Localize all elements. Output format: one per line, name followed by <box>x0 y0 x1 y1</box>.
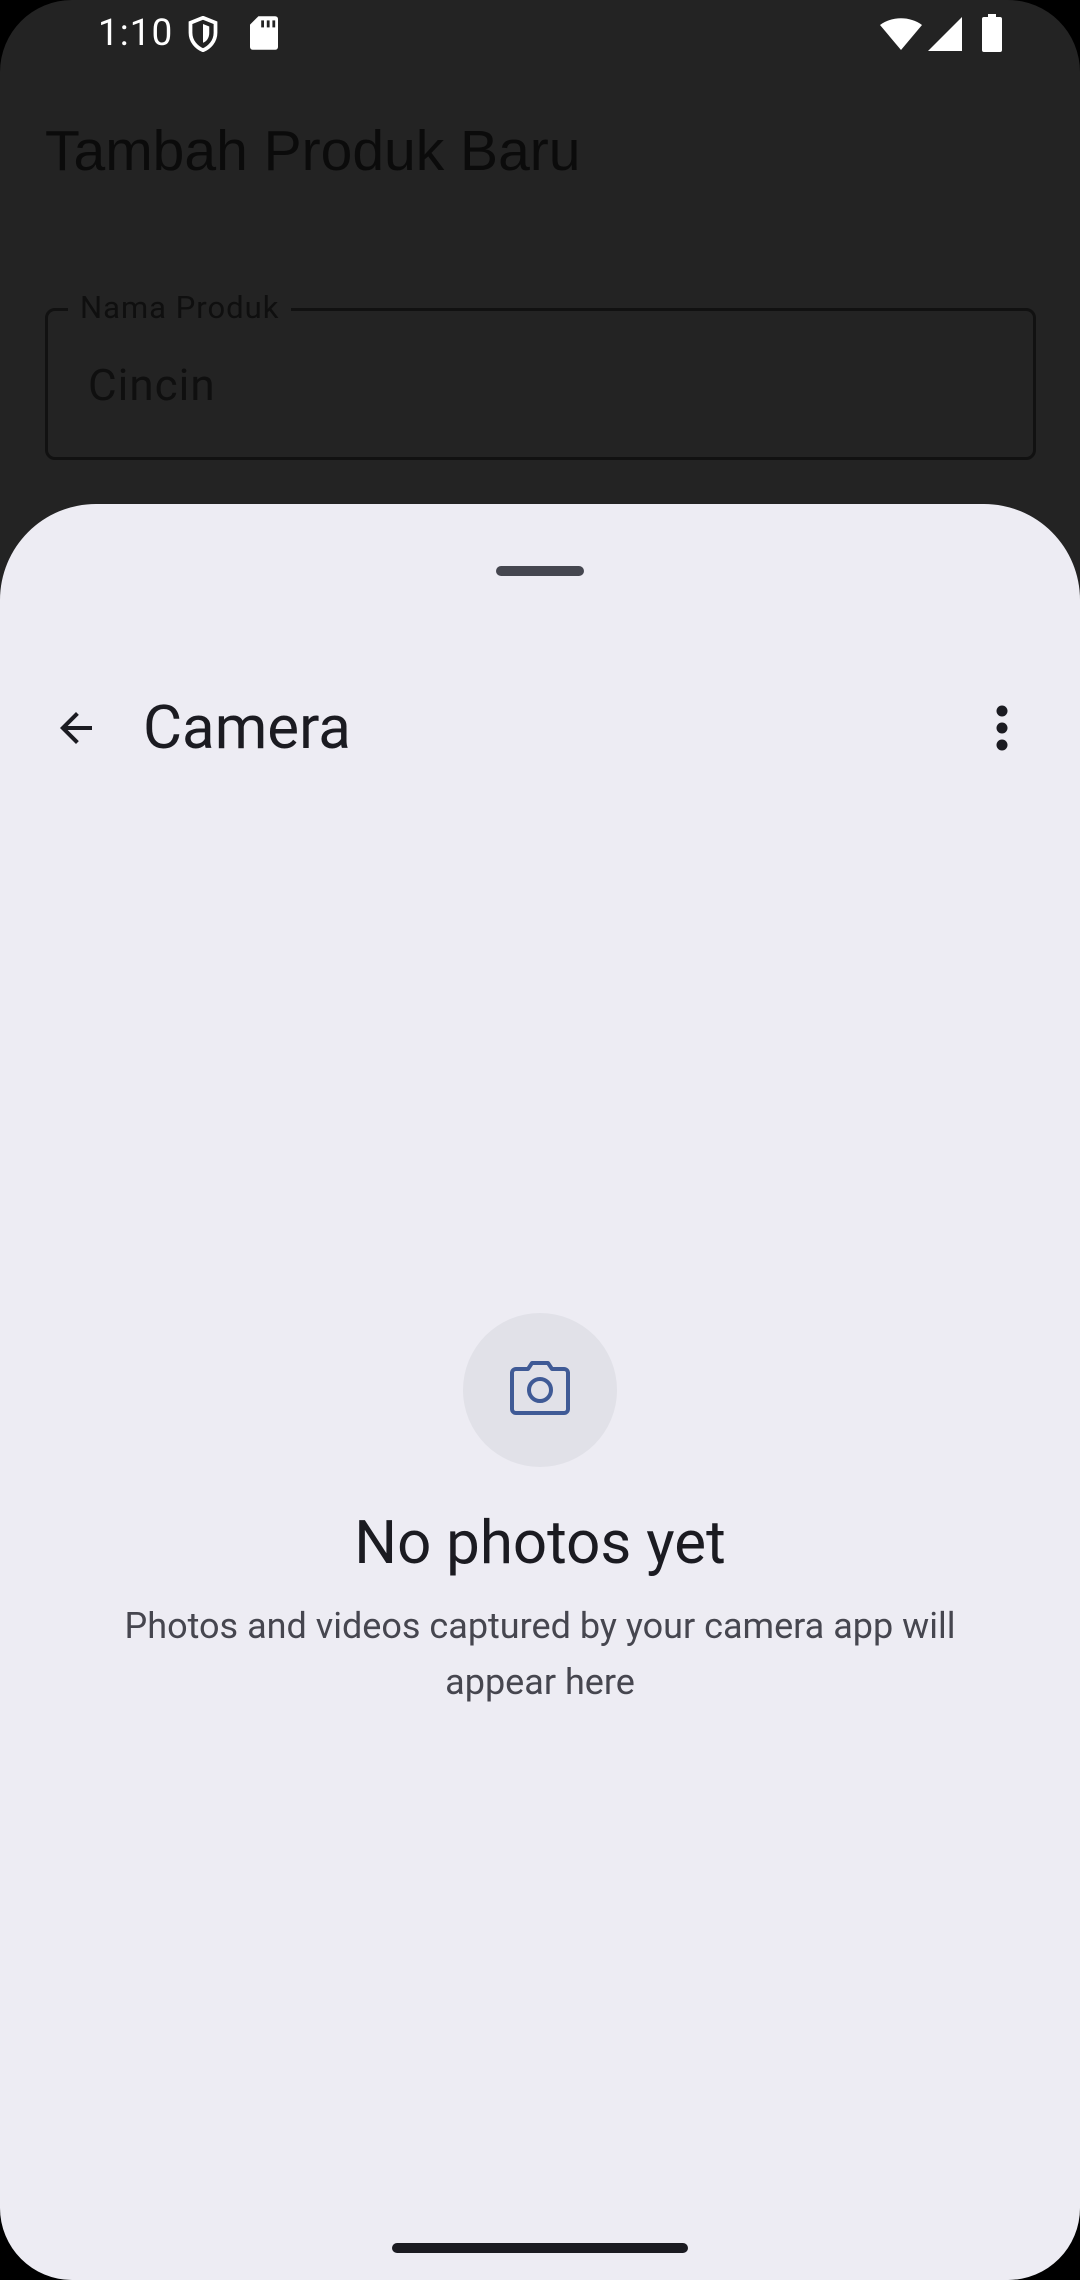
photo-picker-sheet: Camera No photos yet Photos and videos c… <box>0 504 1080 2280</box>
product-name-label: Nama Produk <box>68 289 292 326</box>
wifi-icon <box>880 18 922 54</box>
product-name-value: Cincin <box>88 359 216 411</box>
cellular-signal-icon <box>928 17 962 55</box>
sd-card-icon <box>250 16 278 54</box>
back-button[interactable] <box>40 694 112 766</box>
empty-state-description: Photos and videos captured by your camer… <box>124 1605 956 1703</box>
empty-state-title: No photos yet <box>354 1507 726 1578</box>
status-time: 1:10 <box>98 12 174 55</box>
background-page-title: Tambah Produk Baru <box>45 119 581 183</box>
overflow-menu-button[interactable] <box>966 694 1038 766</box>
drag-handle[interactable] <box>496 566 584 576</box>
product-name-field: Nama Produk Cincin <box>45 289 1036 460</box>
sheet-title: Camera <box>143 692 351 763</box>
screen: 1:10 Tambah Produk Baru Nama Produk Cinc… <box>0 0 1080 2280</box>
arrow-back-icon <box>52 704 100 756</box>
camera-icon <box>510 1361 570 1419</box>
status-bar: 1:10 <box>0 0 1080 66</box>
battery-icon <box>982 14 1002 56</box>
more-vert-icon <box>995 704 1009 756</box>
gesture-navigation-handle[interactable] <box>392 2243 688 2253</box>
empty-state-icon-container <box>463 1313 617 1467</box>
shield-icon <box>188 15 218 56</box>
